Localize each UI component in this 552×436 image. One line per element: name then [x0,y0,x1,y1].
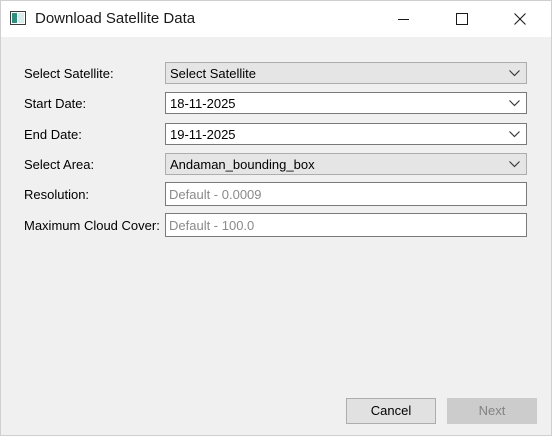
area-select-value: Andaman_bounding_box [170,157,315,172]
maximize-icon [456,13,468,25]
cloud-cover-input[interactable] [165,213,527,237]
satellite-select-value: Select Satellite [170,66,256,81]
app-window-icon [10,11,26,25]
area-label: Select Area: [24,157,95,172]
chevron-down-icon [509,70,520,77]
next-button[interactable]: Next [447,398,537,424]
window-title: Download Satellite Data [35,10,196,27]
chevron-down-icon [509,100,520,107]
end-date-picker[interactable]: 19-11-2025 [165,123,527,145]
cancel-button[interactable]: Cancel [346,398,436,424]
close-button[interactable] [497,1,543,37]
cloud-cover-label: Maximum Cloud Cover: [24,218,160,233]
resolution-input[interactable] [165,182,527,206]
title-bar[interactable]: Download Satellite Data [1,1,551,37]
close-icon [514,13,526,25]
chevron-down-icon [509,161,520,168]
area-select[interactable]: Andaman_bounding_box [165,153,527,175]
start-date-value: 18-11-2025 [170,96,236,111]
satellite-select[interactable]: Select Satellite [165,62,527,84]
minimize-icon [398,19,409,20]
minimize-button[interactable] [381,1,427,37]
start-date-label: Start Date: [24,96,87,111]
end-date-value: 19-11-2025 [170,127,236,142]
resolution-label: Resolution: [24,187,90,202]
end-date-label: End Date: [24,127,82,142]
start-date-picker[interactable]: 18-11-2025 [165,92,527,114]
satellite-label: Select Satellite: [24,66,114,81]
chevron-down-icon [509,131,520,138]
maximize-button[interactable] [439,1,485,37]
download-dialog: Download Satellite Data Select Satellite… [0,0,552,436]
